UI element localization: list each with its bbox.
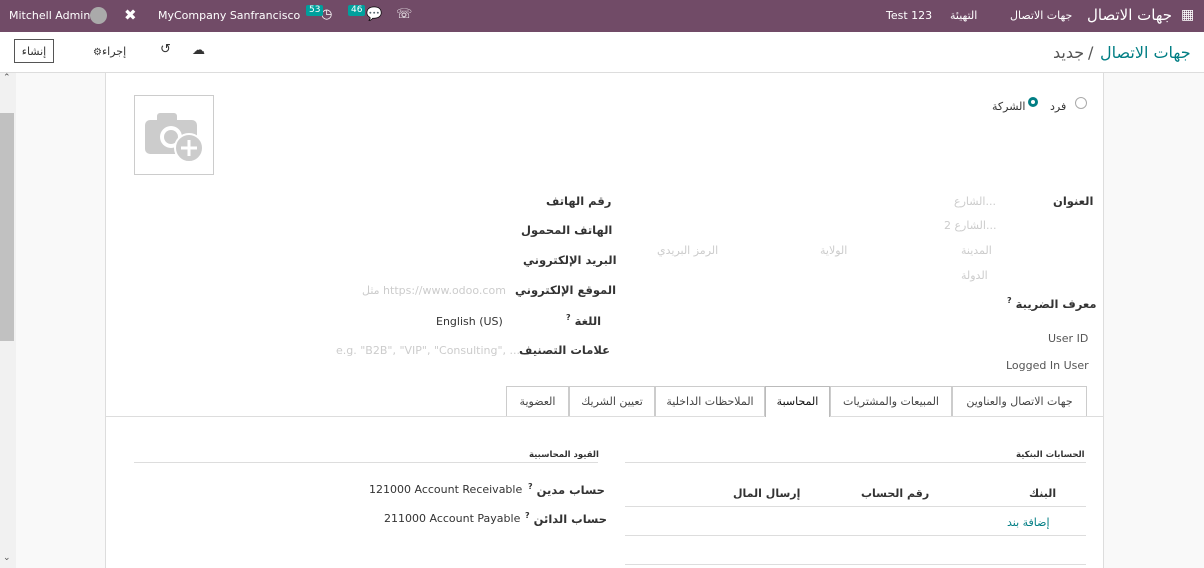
accounting-entries-heading: القيود المحاسبية (529, 450, 599, 460)
logged-in-user-label: Logged In User (1006, 359, 1089, 372)
message-count-badge: 46 (348, 5, 366, 16)
menu-contacts[interactable]: جهات الاتصال (1010, 9, 1072, 22)
tab-accounting[interactable]: المحاسبة (765, 386, 830, 417)
payable-account-select[interactable]: 211000 Account Payable (384, 512, 520, 525)
menu-configuration[interactable]: التهيئة (950, 9, 977, 22)
breadcrumb-separator: / (1088, 43, 1094, 62)
state-input[interactable]: الولاية (820, 244, 847, 257)
payable-label: ? حساب الدائن (525, 511, 608, 526)
tab-membership[interactable]: العضوية (506, 386, 569, 416)
receivable-label: ? حساب مدين (528, 482, 605, 497)
language-label: ? اللغة (566, 313, 602, 328)
vat-label: ? معرف الضريبة (1007, 296, 1097, 311)
tags-label: علامات التصنيف (519, 343, 610, 357)
company-label: الشركة (992, 100, 1026, 113)
menu-test[interactable]: Test 123 (886, 9, 932, 22)
avatar[interactable] (90, 7, 107, 24)
scroll-up-icon[interactable]: ⌃ (3, 73, 11, 83)
language-select[interactable]: English (US) (436, 315, 503, 328)
tab-partner-assignment[interactable]: تعيين الشريك (569, 386, 655, 416)
save-cloud-icon[interactable]: ☁ (192, 43, 205, 58)
bank-table-header-line (625, 506, 1086, 507)
tab-contacts-addresses[interactable]: جهات الاتصال والعناوين (952, 386, 1087, 416)
bank-table-row-line (625, 535, 1086, 536)
image-upload[interactable] (134, 95, 214, 175)
individual-radio[interactable] (1075, 97, 1087, 109)
bank-accounts-divider (625, 462, 1086, 463)
control-panel: جهات الاتصال / جديد ☁ ↺ ⚙إجراء إنشاء (0, 32, 1204, 73)
scroll-down-icon[interactable]: ⌄ (3, 553, 11, 563)
address-label: العنوان (1053, 194, 1094, 208)
col-send-money[interactable]: إرسال المال (733, 487, 800, 500)
tags-input[interactable]: e.g. "B2B", "VIP", "Consulting", ... (336, 344, 520, 357)
payable-help-icon[interactable]: ? (525, 511, 530, 520)
individual-label: فرد (1050, 100, 1067, 113)
receivable-account-select[interactable]: 121000 Account Receivable (369, 483, 522, 496)
country-input[interactable]: الدولة (961, 269, 988, 282)
city-input[interactable]: المدينة (961, 244, 992, 257)
add-line-link[interactable]: إضافة بند (1007, 516, 1050, 529)
email-label: البريد الإلكتروني (523, 253, 617, 267)
debug-tools-icon[interactable]: ✖ (124, 6, 137, 24)
accounting-entries-divider (134, 462, 598, 463)
street-input[interactable]: الشارع... (954, 195, 996, 208)
user-id-label: User ID (1048, 332, 1089, 345)
create-button[interactable]: إنشاء (14, 39, 54, 63)
phone-icon[interactable]: ☏ (396, 7, 412, 22)
app-name[interactable]: جهات الاتصال (1087, 6, 1172, 24)
discard-icon[interactable]: ↺ (160, 42, 171, 57)
website-label: الموقع الإلكتروني (515, 283, 617, 297)
action-label: إجراء (101, 45, 127, 58)
apps-menu-icon[interactable]: ▦ (1181, 7, 1194, 23)
bank-table-footer-line (625, 564, 1086, 565)
company-radio[interactable] (1028, 97, 1038, 107)
action-menu[interactable]: ⚙إجراء (93, 45, 126, 58)
scrollbar-thumb[interactable] (0, 113, 14, 341)
camera-add-icon (145, 113, 204, 163)
col-account-number[interactable]: رقم الحساب (861, 487, 929, 500)
scrollbar[interactable]: ⌃ ⌄ (0, 73, 16, 568)
street2-input[interactable]: الشارع 2... (944, 219, 996, 232)
mobile-label: الهاتف المحمول (521, 223, 613, 237)
chat-icon[interactable]: 💬 (366, 7, 382, 22)
gear-icon: ⚙ (93, 47, 102, 58)
form-sheet: فرد الشركة العنوان الشارع... الشارع 2...… (105, 73, 1104, 568)
website-input[interactable]: مثل https://www.odoo.com (362, 284, 506, 297)
top-navbar: ▦ جهات الاتصال جهات الاتصال التهيئة Test… (0, 0, 1204, 32)
tab-internal-notes[interactable]: الملاحظات الداخلية (655, 386, 765, 416)
breadcrumb-current: جديد (1053, 43, 1085, 62)
user-menu[interactable]: Mitchell Admin (9, 9, 90, 22)
company-switcher[interactable]: MyCompany Sanfrancisco (158, 9, 300, 22)
tabs-baseline (106, 416, 1103, 417)
col-bank[interactable]: البنك (1029, 487, 1056, 500)
activity-count-badge: 53 (306, 5, 324, 16)
receivable-help-icon[interactable]: ? (528, 482, 533, 491)
tab-sales-purchase[interactable]: المبيعات والمشتريات (830, 386, 952, 416)
vat-help-icon[interactable]: ? (1007, 296, 1012, 305)
zip-input[interactable]: الرمز البريدي (657, 244, 718, 257)
phone-label: رقم الهاتف (546, 194, 612, 208)
language-help-icon[interactable]: ? (566, 313, 571, 322)
bank-accounts-heading: الحسابات البنكية (1016, 450, 1085, 460)
breadcrumb-parent[interactable]: جهات الاتصال (1100, 43, 1191, 62)
